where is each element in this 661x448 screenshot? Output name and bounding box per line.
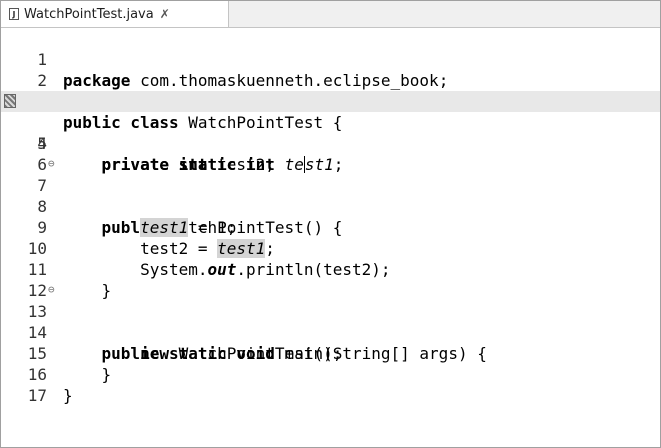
tab-watchpointtest-java[interactable]: J WatchPointTest.java ✗ [1,1,229,27]
code-line: 15 } [1,322,660,384]
code-line: 17 [1,364,660,405]
code-line: 8 test1 = 1; [1,175,660,237]
code-line: 1 package com.thomaskuenneth.eclipse_boo… [1,28,660,90]
code-text: } [63,385,73,406]
line-number: 17 [27,386,47,405]
fold-collapse-icon[interactable]: ⊖ [48,280,55,299]
code-line: 5 private int test2; [1,112,660,174]
close-icon[interactable]: ✗ [160,7,170,21]
code-line-current: 4 private static int test1; [1,91,660,174]
code-token: } [63,386,73,405]
code-line: 9 test2 = test1; [1,196,660,258]
code-line: 13 ⊖ public static void main(String[] ar… [1,280,660,363]
code-line: 10 System.out.println(test2); [1,217,660,279]
java-file-icon: J [9,8,19,20]
watchpoint-marker-icon[interactable] [4,94,16,108]
fold-collapse-icon[interactable]: ⊖ [48,154,55,173]
code-line: 12 [1,259,660,300]
code-editor[interactable]: 1 package com.thomaskuenneth.eclipse_boo… [1,28,660,447]
editor-window: J WatchPointTest.java ✗ 1 package com.th… [0,0,661,448]
editor-tab-bar: J WatchPointTest.java ✗ [1,1,660,28]
code-line: 14 new WatchPointTest(); [1,301,660,363]
code-line: 16 } [1,343,660,405]
code-line: 11 } [1,238,660,300]
code-line: 3 public class WatchPointTest { [1,70,660,132]
tab-title: WatchPointTest.java [24,6,154,22]
code-line: 6 [1,133,660,174]
code-line: 7 ⊖ public WatchPointTest() { [1,154,660,237]
code-line: 2 [1,49,660,90]
